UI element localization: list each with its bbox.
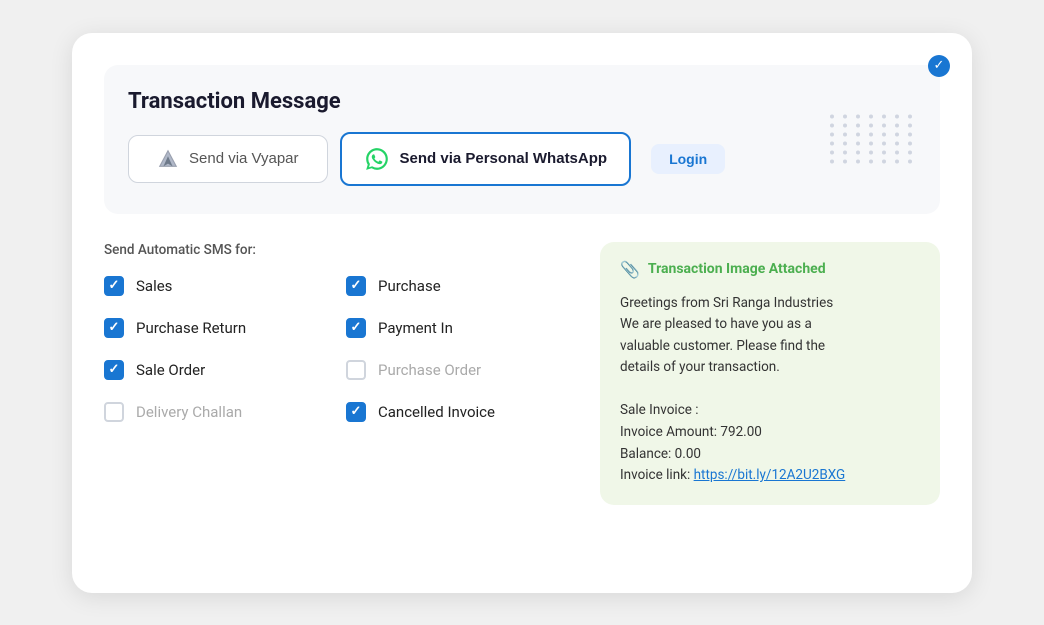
dot xyxy=(908,115,912,119)
dot xyxy=(882,115,886,119)
dot xyxy=(843,160,847,164)
checkbox-label-sale-order: Sale Order xyxy=(136,361,205,379)
main-card: Transaction Message Send via Vyapar Send… xyxy=(72,33,972,593)
sale-invoice-label: Sale Invoice : xyxy=(620,402,699,418)
checkbox-item-payment-in[interactable]: Payment In xyxy=(346,318,572,338)
dot xyxy=(895,160,899,164)
dot xyxy=(856,142,860,146)
send-whatsapp-label: Send via Personal WhatsApp xyxy=(400,150,608,167)
message-card: 📎 Transaction Image Attached Greetings f… xyxy=(600,242,940,505)
dot xyxy=(869,160,873,164)
dot xyxy=(882,151,886,155)
checkbox-sale-order[interactable] xyxy=(104,360,124,380)
send-vyapar-label: Send via Vyapar xyxy=(189,150,299,167)
dot xyxy=(882,124,886,128)
dot xyxy=(843,142,847,146)
dot xyxy=(830,160,834,164)
invoice-link[interactable]: https://bit.ly/12A2U2BXG xyxy=(694,467,846,483)
message-card-header: 📎 Transaction Image Attached xyxy=(620,260,920,279)
dot xyxy=(869,124,873,128)
checkbox-label-cancelled-invoice: Cancelled Invoice xyxy=(378,403,495,421)
dot xyxy=(869,133,873,137)
dot xyxy=(895,151,899,155)
dot xyxy=(856,160,860,164)
checkbox-label-payment-in: Payment In xyxy=(378,319,453,337)
balance: Balance: 0.00 xyxy=(620,446,701,462)
sms-panel: Send Automatic SMS for: Sales Purchase Pur… xyxy=(104,242,572,505)
dot xyxy=(895,133,899,137)
checkbox-label-purchase-order: Purchase Order xyxy=(378,361,481,379)
dots-decoration xyxy=(830,115,916,164)
dot xyxy=(882,142,886,146)
dot xyxy=(856,115,860,119)
checkbox-purchase[interactable] xyxy=(346,276,366,296)
whatsapp-icon xyxy=(364,146,390,172)
vyapar-icon xyxy=(157,148,179,170)
invoice-amount: Invoice Amount: 792.00 xyxy=(620,424,762,440)
dot xyxy=(830,115,834,119)
checkbox-label-delivery-challan: Delivery Challan xyxy=(136,403,242,421)
checkbox-item-sales[interactable]: Sales xyxy=(104,276,330,296)
dot xyxy=(882,133,886,137)
invoice-link-label: Invoice link: xyxy=(620,467,694,483)
dot xyxy=(869,115,873,119)
checkbox-label-purchase-return: Purchase Return xyxy=(136,319,246,337)
dot xyxy=(856,133,860,137)
dot xyxy=(856,151,860,155)
checkbox-purchase-order[interactable] xyxy=(346,360,366,380)
message-card-title: Transaction Image Attached xyxy=(648,261,826,277)
sms-label: Send Automatic SMS for: xyxy=(104,242,572,258)
send-whatsapp-button[interactable]: Send via Personal WhatsApp xyxy=(340,132,632,186)
dot xyxy=(882,160,886,164)
checkbox-item-cancelled-invoice[interactable]: Cancelled Invoice xyxy=(346,402,572,422)
section-title: Transaction Message xyxy=(128,89,916,114)
dot xyxy=(869,142,873,146)
checkbox-delivery-challan[interactable] xyxy=(104,402,124,422)
checkbox-label-sales: Sales xyxy=(136,277,172,295)
checkbox-payment-in[interactable] xyxy=(346,318,366,338)
checkbox-grid: Sales Purchase Purchase Return Payment In Sa… xyxy=(104,276,572,422)
dot xyxy=(830,124,834,128)
dot xyxy=(830,142,834,146)
checkbox-item-sale-order[interactable]: Sale Order xyxy=(104,360,330,380)
dot xyxy=(895,124,899,128)
checkbox-item-delivery-challan[interactable]: Delivery Challan xyxy=(104,402,330,422)
msg-line4: details of your transaction. xyxy=(620,359,780,375)
checkbox-sales[interactable] xyxy=(104,276,124,296)
dot xyxy=(843,151,847,155)
checkbox-item-purchase-return[interactable]: Purchase Return xyxy=(104,318,330,338)
dot xyxy=(895,142,899,146)
login-button[interactable]: Login xyxy=(651,144,725,174)
dot xyxy=(908,124,912,128)
dot xyxy=(908,160,912,164)
dot xyxy=(869,151,873,155)
dot xyxy=(843,133,847,137)
button-row: Send via Vyapar Send via Personal WhatsA… xyxy=(128,132,916,186)
dot xyxy=(830,133,834,137)
dot xyxy=(895,115,899,119)
checkbox-item-purchase[interactable]: Purchase xyxy=(346,276,572,296)
bottom-section: Send Automatic SMS for: Sales Purchase Pur… xyxy=(104,242,940,505)
dot xyxy=(830,151,834,155)
checkbox-cancelled-invoice[interactable] xyxy=(346,402,366,422)
msg-line1: Greetings from Sri Ranga Industries xyxy=(620,295,833,311)
dot xyxy=(908,142,912,146)
dot xyxy=(908,151,912,155)
send-vyapar-button[interactable]: Send via Vyapar xyxy=(128,135,328,183)
dot xyxy=(843,115,847,119)
dot xyxy=(856,124,860,128)
message-body: Greetings from Sri Ranga Industries We a… xyxy=(620,293,920,487)
dot xyxy=(908,133,912,137)
msg-line2: We are pleased to have you as a xyxy=(620,316,812,332)
top-section: Transaction Message Send via Vyapar Send… xyxy=(104,65,940,214)
checkbox-label-purchase: Purchase xyxy=(378,277,441,295)
dot xyxy=(843,124,847,128)
checkbox-item-purchase-order[interactable]: Purchase Order xyxy=(346,360,572,380)
checkbox-purchase-return[interactable] xyxy=(104,318,124,338)
selected-badge: ✓ xyxy=(928,55,950,77)
paperclip-icon: 📎 xyxy=(620,260,640,279)
msg-line3: valuable customer. Please find the xyxy=(620,338,825,354)
